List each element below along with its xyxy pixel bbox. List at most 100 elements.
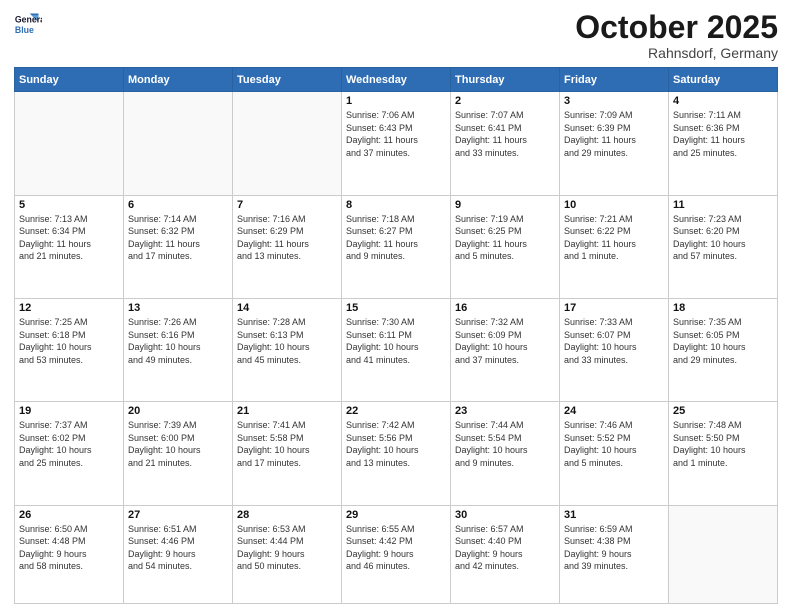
- table-row: 30 Sunrise: 6:57 AMSunset: 4:40 PMDayligh…: [451, 505, 560, 603]
- location: Rahnsdorf, Germany: [575, 45, 778, 61]
- table-row: [669, 505, 778, 603]
- day-info: Sunrise: 6:51 AMSunset: 4:46 PMDaylight:…: [128, 523, 228, 573]
- table-row: 27 Sunrise: 6:51 AMSunset: 4:46 PMDayligh…: [124, 505, 233, 603]
- table-row: 7 Sunrise: 7:16 AMSunset: 6:29 PMDaylight…: [233, 195, 342, 298]
- day-info: Sunrise: 7:44 AMSunset: 5:54 PMDaylight:…: [455, 419, 555, 469]
- day-number: 27: [128, 509, 228, 521]
- day-number: 30: [455, 509, 555, 521]
- day-info: Sunrise: 7:19 AMSunset: 6:25 PMDaylight:…: [455, 213, 555, 263]
- table-row: [233, 92, 342, 195]
- day-number: 20: [128, 405, 228, 417]
- day-number: 7: [237, 199, 337, 211]
- day-number: 5: [19, 199, 119, 211]
- col-sunday: Sunday: [15, 68, 124, 92]
- day-info: Sunrise: 7:37 AMSunset: 6:02 PMDaylight:…: [19, 419, 119, 469]
- day-info: Sunrise: 7:13 AMSunset: 6:34 PMDaylight:…: [19, 213, 119, 263]
- col-friday: Friday: [560, 68, 669, 92]
- day-info: Sunrise: 6:57 AMSunset: 4:40 PMDaylight:…: [455, 523, 555, 573]
- table-row: 5 Sunrise: 7:13 AMSunset: 6:34 PMDaylight…: [15, 195, 124, 298]
- table-row: 22 Sunrise: 7:42 AMSunset: 5:56 PMDayligh…: [342, 402, 451, 505]
- day-info: Sunrise: 6:50 AMSunset: 4:48 PMDaylight:…: [19, 523, 119, 573]
- calendar-header-row: Sunday Monday Tuesday Wednesday Thursday…: [15, 68, 778, 92]
- day-number: 8: [346, 199, 446, 211]
- day-number: 21: [237, 405, 337, 417]
- table-row: 8 Sunrise: 7:18 AMSunset: 6:27 PMDaylight…: [342, 195, 451, 298]
- header: General Blue October 2025 Rahnsdorf, Ger…: [14, 10, 778, 61]
- day-info: Sunrise: 7:46 AMSunset: 5:52 PMDaylight:…: [564, 419, 664, 469]
- day-number: 24: [564, 405, 664, 417]
- table-row: 11Sunrise: 7:23 AMSunset: 6:20 PMDayligh…: [669, 195, 778, 298]
- table-row: 2 Sunrise: 7:07 AMSunset: 6:41 PMDaylight…: [451, 92, 560, 195]
- day-info: Sunrise: 7:32 AMSunset: 6:09 PMDaylight:…: [455, 316, 555, 366]
- day-info: Sunrise: 7:30 AMSunset: 6:11 PMDaylight:…: [346, 316, 446, 366]
- day-info: Sunrise: 7:11 AMSunset: 6:36 PMDaylight:…: [673, 109, 773, 159]
- day-info: Sunrise: 7:14 AMSunset: 6:32 PMDaylight:…: [128, 213, 228, 263]
- col-thursday: Thursday: [451, 68, 560, 92]
- logo: General Blue: [14, 10, 42, 38]
- table-row: [15, 92, 124, 195]
- day-number: 31: [564, 509, 664, 521]
- col-monday: Monday: [124, 68, 233, 92]
- day-info: Sunrise: 7:42 AMSunset: 5:56 PMDaylight:…: [346, 419, 446, 469]
- day-number: 18: [673, 302, 773, 314]
- day-number: 9: [455, 199, 555, 211]
- table-row: 4 Sunrise: 7:11 AMSunset: 6:36 PMDaylight…: [669, 92, 778, 195]
- day-info: Sunrise: 7:33 AMSunset: 6:07 PMDaylight:…: [564, 316, 664, 366]
- col-tuesday: Tuesday: [233, 68, 342, 92]
- svg-text:General: General: [15, 14, 42, 24]
- day-info: Sunrise: 7:41 AMSunset: 5:58 PMDaylight:…: [237, 419, 337, 469]
- table-row: 14Sunrise: 7:28 AMSunset: 6:13 PMDayligh…: [233, 298, 342, 401]
- day-number: 16: [455, 302, 555, 314]
- day-info: Sunrise: 7:25 AMSunset: 6:18 PMDaylight:…: [19, 316, 119, 366]
- table-row: 9 Sunrise: 7:19 AMSunset: 6:25 PMDaylight…: [451, 195, 560, 298]
- day-info: Sunrise: 7:18 AMSunset: 6:27 PMDaylight:…: [346, 213, 446, 263]
- table-row: 6Sunrise: 7:14 AMSunset: 6:32 PMDaylight…: [124, 195, 233, 298]
- table-row: 29Sunrise: 6:55 AMSunset: 4:42 PMDayligh…: [342, 505, 451, 603]
- day-info: Sunrise: 7:21 AMSunset: 6:22 PMDaylight:…: [564, 213, 664, 263]
- table-row: 19 Sunrise: 7:37 AMSunset: 6:02 PMDayligh…: [15, 402, 124, 505]
- col-wednesday: Wednesday: [342, 68, 451, 92]
- day-info: Sunrise: 7:09 AMSunset: 6:39 PMDaylight:…: [564, 109, 664, 159]
- day-info: Sunrise: 7:16 AMSunset: 6:29 PMDaylight:…: [237, 213, 337, 263]
- day-number: 25: [673, 405, 773, 417]
- table-row: [124, 92, 233, 195]
- day-info: Sunrise: 7:35 AMSunset: 6:05 PMDaylight:…: [673, 316, 773, 366]
- table-row: 16 Sunrise: 7:32 AMSunset: 6:09 PMDayligh…: [451, 298, 560, 401]
- day-number: 17: [564, 302, 664, 314]
- day-info: Sunrise: 7:07 AMSunset: 6:41 PMDaylight:…: [455, 109, 555, 159]
- table-row: 12 Sunrise: 7:25 AMSunset: 6:18 PMDayligh…: [15, 298, 124, 401]
- day-info: Sunrise: 6:53 AMSunset: 4:44 PMDaylight:…: [237, 523, 337, 573]
- table-row: 24 Sunrise: 7:46 AMSunset: 5:52 PMDayligh…: [560, 402, 669, 505]
- table-row: 21 Sunrise: 7:41 AMSunset: 5:58 PMDayligh…: [233, 402, 342, 505]
- day-number: 29: [346, 509, 446, 521]
- day-number: 1: [346, 95, 446, 107]
- day-number: 2: [455, 95, 555, 107]
- day-number: 22: [346, 405, 446, 417]
- table-row: 20Sunrise: 7:39 AMSunset: 6:00 PMDayligh…: [124, 402, 233, 505]
- day-number: 23: [455, 405, 555, 417]
- table-row: 13 Sunrise: 7:26 AMSunset: 6:16 PMDayligh…: [124, 298, 233, 401]
- table-row: 23 Sunrise: 7:44 AMSunset: 5:54 PMDayligh…: [451, 402, 560, 505]
- table-row: 17 Sunrise: 7:33 AMSunset: 6:07 PMDayligh…: [560, 298, 669, 401]
- day-info: Sunrise: 7:26 AMSunset: 6:16 PMDaylight:…: [128, 316, 228, 366]
- table-row: 15 Sunrise: 7:30 AMSunset: 6:11 PMDayligh…: [342, 298, 451, 401]
- table-row: 18 Sunrise: 7:35 AMSunset: 6:05 PMDayligh…: [669, 298, 778, 401]
- calendar-table: Sunday Monday Tuesday Wednesday Thursday…: [14, 67, 778, 604]
- day-number: 19: [19, 405, 119, 417]
- day-number: 3: [564, 95, 664, 107]
- day-number: 10: [564, 199, 664, 211]
- day-number: 13: [128, 302, 228, 314]
- month-title: October 2025: [575, 10, 778, 45]
- table-row: 3 Sunrise: 7:09 AMSunset: 6:39 PMDaylight…: [560, 92, 669, 195]
- page-container: General Blue October 2025 Rahnsdorf, Ger…: [0, 0, 792, 612]
- col-saturday: Saturday: [669, 68, 778, 92]
- table-row: 25 Sunrise: 7:48 AMSunset: 5:50 PMDayligh…: [669, 402, 778, 505]
- day-number: 4: [673, 95, 773, 107]
- table-row: 10 Sunrise: 7:21 AMSunset: 6:22 PMDayligh…: [560, 195, 669, 298]
- day-info: Sunrise: 7:48 AMSunset: 5:50 PMDaylight:…: [673, 419, 773, 469]
- logo-icon: General Blue: [14, 10, 42, 38]
- table-row: 1Sunrise: 7:06 AMSunset: 6:43 PMDaylight…: [342, 92, 451, 195]
- day-number: 15: [346, 302, 446, 314]
- svg-text:Blue: Blue: [15, 25, 34, 35]
- day-number: 12: [19, 302, 119, 314]
